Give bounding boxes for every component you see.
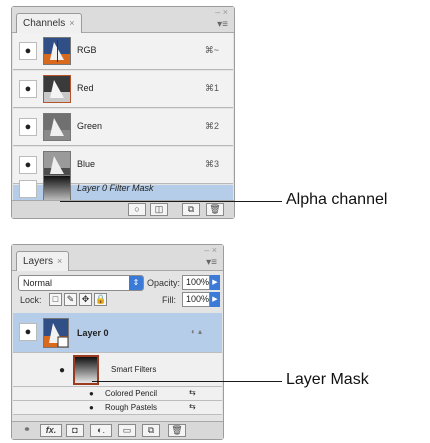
layers-panel: Layers × – × ▾≡ Normal ⇕ Opacity: 100% ▶ … — [11, 244, 224, 440]
close-icon[interactable]: × — [57, 256, 62, 266]
channel-name: Green — [77, 121, 103, 131]
eye-icon[interactable]: ● — [19, 118, 37, 136]
link-layers-icon[interactable]: ⚭ — [18, 424, 36, 437]
mask-callout-line — [92, 381, 282, 382]
smart-filters-label: Smart Filters — [111, 365, 157, 374]
layer-row-layer-0[interactable]: ● Layer 0 ◐ ▴ — [13, 313, 222, 353]
filter-row-rough-pastels[interactable]: ● Rough Pastels ⇆ — [13, 401, 222, 415]
adjustment-layer-icon[interactable]: ◐. — [90, 424, 112, 437]
lock-position-icon[interactable]: ✥ — [79, 293, 92, 306]
filter-row-colored-pencil[interactable]: ● Colored Pencil ⇆ — [13, 387, 222, 401]
filter-options-icon[interactable]: ⇆ — [189, 402, 196, 411]
chevron-down-icon: ⇕ — [129, 276, 143, 290]
trash-icon[interactable]: 🗑 — [206, 203, 224, 216]
eye-icon[interactable]: ● — [19, 156, 37, 174]
opacity-arrow-icon[interactable]: ▶ — [210, 275, 220, 290]
channel-shortcut: ⌘2 — [204, 121, 219, 131]
lock-transparency-icon[interactable]: □ — [49, 293, 62, 306]
sailboat-thumbnail — [44, 319, 68, 347]
smart-object-icon: ◐ ▴ — [191, 327, 203, 336]
channel-name: Layer 0 Filter Mask — [77, 183, 154, 193]
fill-label: Fill: — [162, 295, 176, 305]
load-selection-icon[interactable]: ○ — [128, 203, 146, 216]
eye-icon[interactable]: ● — [19, 42, 37, 60]
fill-arrow-icon[interactable]: ▶ — [210, 292, 220, 307]
tab-channels[interactable]: Channels × — [16, 13, 82, 33]
new-group-icon[interactable]: ▭ — [118, 424, 136, 437]
alpha-callout-line — [60, 201, 282, 202]
fx-icon[interactable]: fx. — [40, 424, 62, 437]
eye-toggle-empty[interactable] — [19, 180, 37, 198]
new-layer-icon[interactable]: ⧉ — [142, 424, 160, 437]
sailboat-thumbnail — [44, 38, 70, 64]
channel-shortcut: ⌘1 — [204, 83, 219, 93]
tab-layers-label: Layers — [23, 256, 54, 267]
eye-icon[interactable]: ● — [19, 323, 37, 341]
window-controls[interactable]: – × — [215, 8, 228, 17]
alpha-channel-callout: Alpha channel — [286, 191, 388, 208]
channel-name: Red — [77, 83, 94, 93]
blend-mode-select[interactable]: Normal ⇕ — [18, 275, 144, 291]
tab-channels-label: Channels — [23, 18, 66, 29]
blend-mode-value: Normal — [23, 278, 53, 288]
channel-name: RGB — [77, 45, 97, 55]
channel-shortcut: ⌘3 — [204, 159, 219, 169]
trash-icon[interactable]: 🗑 — [168, 424, 186, 437]
eye-icon[interactable]: ● — [19, 80, 37, 98]
lock-label: Lock: — [20, 295, 42, 305]
channel-thumbnail-rgb — [43, 37, 71, 65]
panel-menu-icon[interactable]: ▾≡ — [217, 19, 228, 30]
sailboat-thumbnail — [44, 76, 70, 102]
tab-layers[interactable]: Layers × — [16, 251, 70, 271]
filter-name: Rough Pastels — [105, 403, 158, 412]
opacity-label: Opacity: — [147, 278, 181, 288]
fill-field[interactable]: 100% — [182, 292, 210, 307]
layer-thumbnail — [43, 318, 69, 348]
layer-name: Layer 0 — [77, 328, 109, 338]
channel-shortcut: ⌘~ — [204, 45, 219, 55]
mask-thumbnail — [75, 357, 97, 383]
layer-mask-callout: Layer Mask — [286, 371, 369, 388]
channels-titlebar: Channels × – × ▾≡ — [12, 7, 234, 33]
eye-icon[interactable]: ● — [89, 403, 94, 412]
opacity-field[interactable]: 100% — [182, 275, 210, 290]
channel-name: Blue — [77, 159, 96, 169]
channel-row-green[interactable]: ● Green ⌘2 — [13, 109, 233, 146]
panel-menu-icon[interactable]: ▾≡ — [206, 257, 217, 268]
channel-row-rgb[interactable]: ● RGB ⌘~ — [13, 33, 233, 70]
add-mask-icon[interactable]: ◘ — [66, 424, 84, 437]
save-selection-icon[interactable]: ◫ — [150, 203, 168, 216]
layers-bottom-bar: ⚭ fx. ◘ ◐. ▭ ⧉ 🗑 — [12, 421, 223, 439]
sailboat-thumbnail — [44, 114, 70, 140]
layers-titlebar: Layers × – × ▾≡ — [12, 245, 223, 271]
close-icon[interactable]: × — [69, 18, 74, 28]
filter-name: Colored Pencil — [105, 389, 158, 398]
lock-all-icon[interactable]: 🔒 — [94, 293, 107, 306]
eye-icon[interactable]: ● — [59, 365, 65, 376]
eye-icon[interactable]: ● — [89, 389, 94, 398]
channels-bottom-bar: ○ ◫ ⧉ 🗑 — [12, 200, 234, 218]
window-controls[interactable]: – × — [204, 246, 217, 255]
channels-panel: Channels × – × ▾≡ ● RGB ⌘~ ● Red ⌘1 ● Gr… — [11, 6, 235, 219]
channel-row-red[interactable]: ● Red ⌘1 — [13, 71, 233, 108]
filter-options-icon[interactable]: ⇆ — [189, 388, 196, 397]
new-channel-icon[interactable]: ⧉ — [182, 203, 200, 216]
channel-thumbnail-red — [43, 75, 71, 103]
lock-pixels-icon[interactable]: ✎ — [64, 293, 77, 306]
channel-thumbnail-green — [43, 113, 71, 141]
